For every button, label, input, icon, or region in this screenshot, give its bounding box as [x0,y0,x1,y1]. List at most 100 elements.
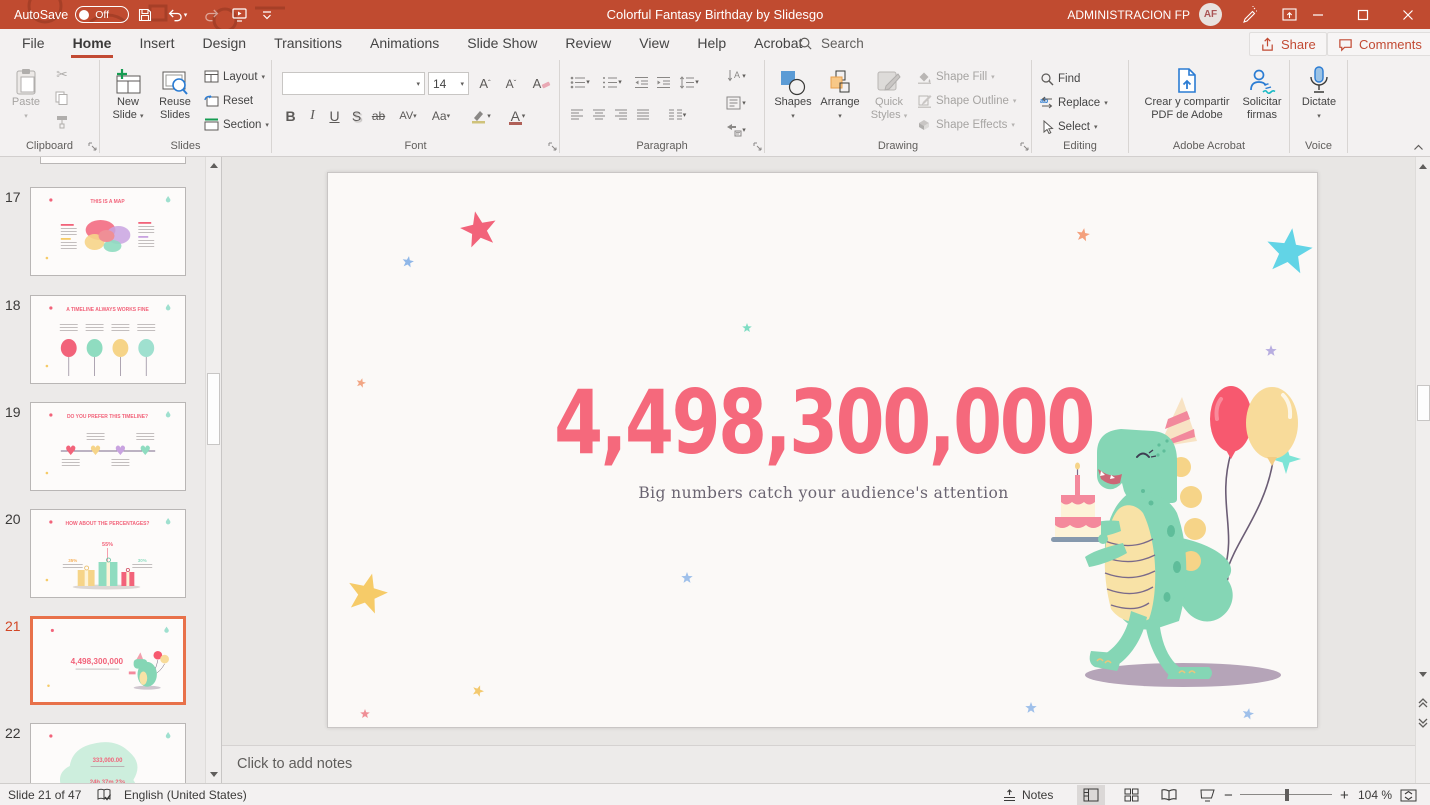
increase-font-size-button[interactable]: Aˆ [473,72,497,95]
next-slide-button[interactable] [1416,715,1430,730]
start-slideshow-button[interactable] [226,0,252,29]
previous-slide-button[interactable] [1416,695,1430,710]
numbering-button[interactable]: ▾ [600,72,624,92]
tab-slide-show[interactable]: Slide Show [453,29,551,58]
format-painter-button[interactable] [52,112,72,132]
maximize-button[interactable] [1340,0,1385,29]
tab-insert[interactable]: Insert [125,29,188,58]
shapes-button[interactable]: Shapes▾ [771,62,815,123]
close-button[interactable] [1385,0,1430,29]
bold-button[interactable]: B [280,105,301,127]
inking-button[interactable] [1236,0,1262,29]
slideshow-view-button[interactable] [1193,785,1221,805]
character-spacing-button[interactable]: AV▾ [392,105,424,127]
decrease-indent-button[interactable] [632,72,650,92]
tab-help[interactable]: Help [683,29,740,58]
comments-button[interactable]: Comments [1327,32,1430,56]
account-name[interactable]: ADMINISTRACION FP [1067,0,1190,29]
quick-styles-button[interactable]: Quick Styles ▾ [865,62,913,123]
thumbnail-slide-19[interactable]: DO YOU PREFER THIS TIMELINE?♥♥♥♥ [30,402,186,491]
reset-button[interactable]: Reset [204,90,253,111]
font-color-button[interactable]: A▾ [500,105,534,127]
reuse-slides-button[interactable]: Reuse Slides [152,62,198,122]
request-signatures-button[interactable]: Solicitarfirmas [1237,62,1287,122]
thumbnail-slide-21[interactable]: 4,498,300,000 [30,616,186,705]
zoom-slider-thumb[interactable] [1285,789,1289,801]
font-dialog-launcher[interactable] [548,142,557,151]
collapse-ribbon-button[interactable] [1410,140,1426,154]
tab-view[interactable]: View [625,29,683,58]
tab-review[interactable]: Review [551,29,625,58]
text-shadow-button[interactable]: S [346,105,367,127]
zoom-in-button[interactable]: + [1340,784,1349,805]
section-button[interactable]: Section▾ [204,114,269,135]
thumbnail-scroll-down-button[interactable] [207,767,221,782]
thumbnail-scroll-up-button[interactable] [207,158,221,173]
scroll-up-button[interactable] [1416,159,1430,174]
paragraph-dialog-launcher[interactable] [753,142,762,151]
create-pdf-button[interactable]: Crear y compartirPDF de Adobe [1137,62,1237,122]
text-highlight-button[interactable]: ▾ [464,105,498,127]
text-direction-button[interactable]: A▾ [718,66,754,86]
slide-editor-area[interactable]: 4,498,300,000 Big numbers catch your aud… [222,157,1416,783]
slide-position[interactable]: Slide 21 of 47 [8,784,81,805]
decrease-font-size-button[interactable]: Aˇ [499,72,523,95]
tab-file[interactable]: File [8,29,59,58]
new-slide-button[interactable]: New Slide ▾ [106,62,150,123]
thumbnail-scrollbar[interactable] [205,157,221,783]
notes-toggle-button[interactable]: Notes [1002,784,1053,805]
find-button[interactable]: Find [1040,68,1080,89]
strikethrough-button[interactable]: ab [368,105,389,127]
quick-access-more-button[interactable] [254,0,280,29]
align-right-button[interactable] [612,105,630,125]
scroll-thumb[interactable] [1417,385,1430,421]
arrange-button[interactable]: Arrange▾ [817,62,863,123]
shape-outline-button[interactable]: Shape Outline▾ [917,90,1016,111]
increase-indent-button[interactable] [654,72,672,92]
slide-canvas[interactable]: 4,498,300,000 Big numbers catch your aud… [327,172,1318,728]
undo-button[interactable]: ▾ [160,0,194,29]
fit-slide-to-window-button[interactable] [1400,784,1417,805]
layout-button[interactable]: Layout▾ [204,66,265,87]
tab-home[interactable]: Home [59,29,126,58]
thumbnail-slide-20[interactable]: HOW ABOUT THE PERCENTAGES?55%35%30% [30,509,186,598]
language-indicator[interactable]: English (United States) [124,784,247,805]
align-text-button[interactable]: ▾ [718,93,754,113]
convert-to-smartart-button[interactable]: ▾ [718,120,754,140]
underline-button[interactable]: U [324,105,345,127]
search-control[interactable]: Search [798,29,864,58]
zoom-out-button[interactable]: − [1224,784,1233,805]
paste-button[interactable]: Paste▾ [6,62,46,123]
font-size-combobox[interactable]: 14▾ [428,72,469,95]
dinosaur-illustration[interactable] [1031,371,1318,701]
reading-view-button[interactable] [1155,785,1183,805]
dictate-button[interactable]: Dictate▾ [1296,62,1342,123]
zoom-level[interactable]: 104 % [1358,784,1392,805]
cut-button[interactable]: ✂ [52,64,72,84]
justify-button[interactable] [634,105,652,125]
thumbnail-scroll-thumb[interactable] [207,373,220,445]
spell-check-button[interactable] [96,784,112,805]
scroll-down-button[interactable] [1416,667,1430,682]
tab-design[interactable]: Design [188,29,260,58]
clipboard-dialog-launcher[interactable] [88,142,97,151]
change-case-button[interactable]: Aa▾ [426,105,456,127]
tab-animations[interactable]: Animations [356,29,453,58]
align-left-button[interactable] [568,105,586,125]
share-button[interactable]: Share [1249,32,1327,56]
bullets-button[interactable]: ▾ [568,72,592,92]
notes-panel[interactable]: Click to add notes [222,745,1416,783]
shape-fill-button[interactable]: Shape Fill▾ [917,66,995,87]
copy-button[interactable] [52,88,72,108]
normal-view-button[interactable] [1077,785,1105,805]
shape-effects-button[interactable]: Shape Effects▾ [917,114,1015,135]
redo-button[interactable] [198,0,224,29]
thumbnail-slide-18[interactable]: A TIMELINE ALWAYS WORKS FINE [30,295,186,384]
thumbnail-slide-17[interactable]: THIS IS A MAP [30,187,186,276]
main-scrollbar[interactable] [1415,157,1430,783]
save-button[interactable] [132,0,158,29]
thumbnail-slide-22[interactable]: 333,000.0024h 37m 23s [30,723,186,783]
notes-placeholder[interactable]: Click to add notes [237,756,352,772]
thumbnail-slide-16-partial[interactable] [40,157,186,164]
clear-formatting-button[interactable]: A [529,72,555,95]
